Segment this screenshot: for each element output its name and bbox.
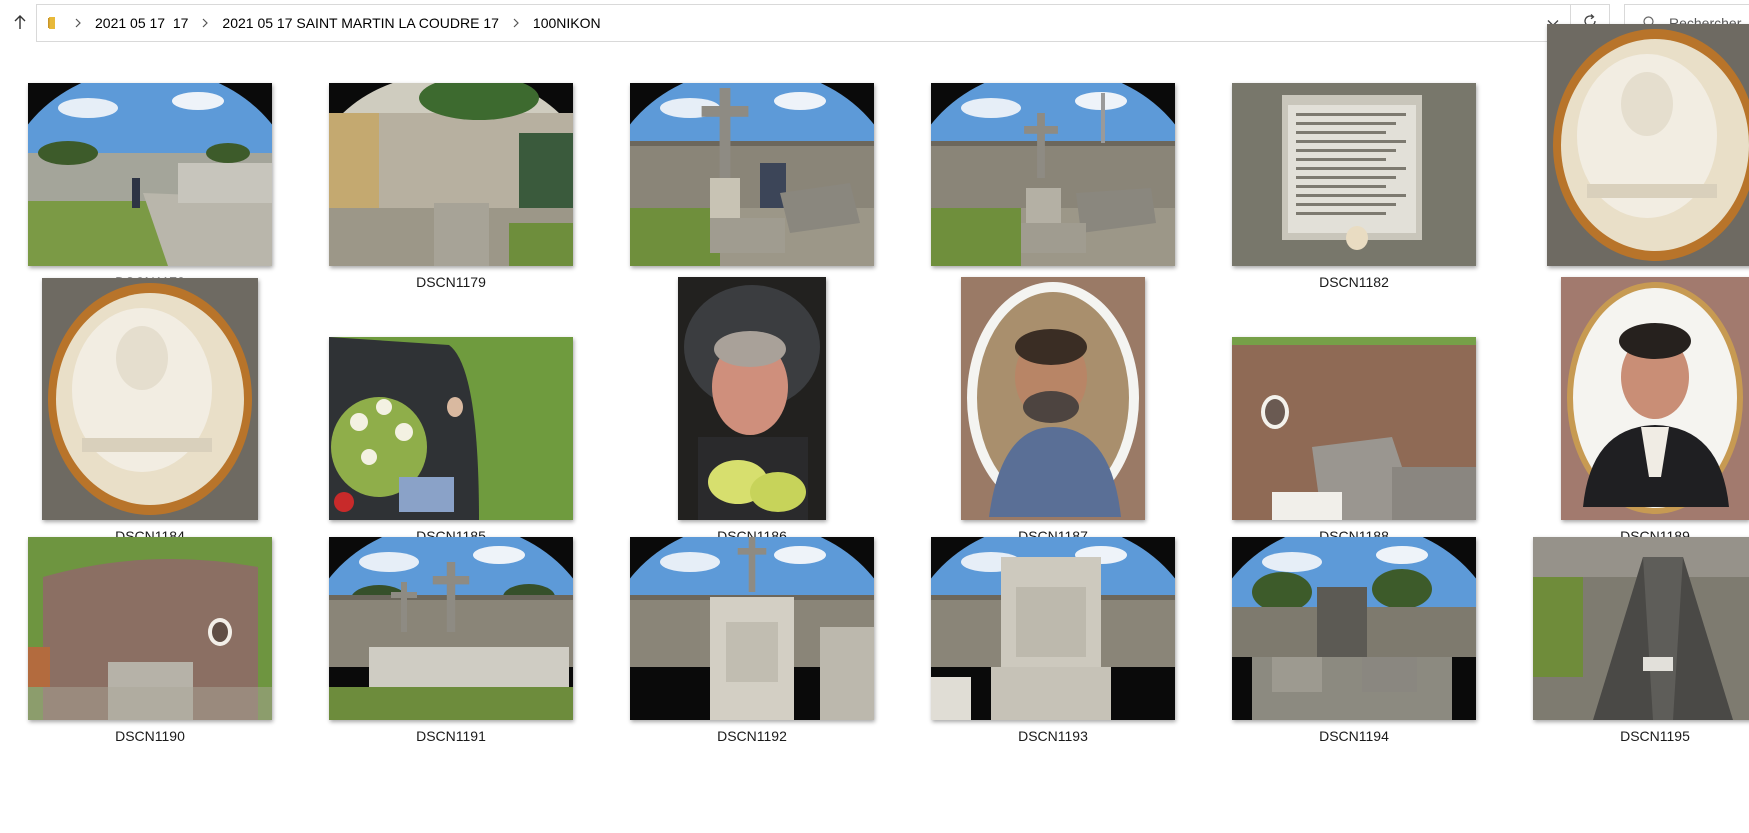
file-item[interactable]: DSCN1192 [602, 48, 902, 744]
file-name: DSCN1190 [115, 728, 185, 744]
chevron-right-icon[interactable] [194, 18, 216, 28]
chevron-right-icon[interactable] [505, 18, 527, 28]
file-item[interactable]: DSCN1195 [1505, 48, 1749, 744]
image-thumbnail[interactable] [329, 337, 573, 520]
image-thumbnail[interactable] [931, 537, 1175, 720]
file-grid: DSCN1178 DSCN1179 DSCN1180 [0, 24, 1749, 833]
file-name: DSCN1193 [1018, 728, 1088, 744]
address-bar[interactable]: 2021 05 17 17 2021 05 17 SAINT MARTIN LA… [36, 4, 1610, 42]
file-name: DSCN1192 [717, 728, 787, 744]
image-thumbnail[interactable] [329, 537, 573, 720]
image-thumbnail[interactable] [1533, 537, 1749, 720]
breadcrumb-item-folder[interactable]: 100NIKON [527, 15, 607, 31]
up-button[interactable] [8, 12, 32, 36]
image-thumbnail[interactable] [1232, 537, 1476, 720]
image-thumbnail[interactable] [630, 537, 874, 720]
file-item[interactable]: DSCN1194 [1204, 48, 1504, 744]
breadcrumb-item-date[interactable]: 2021 05 17 17 [89, 15, 194, 31]
image-thumbnail[interactable] [1232, 337, 1476, 520]
file-name: DSCN1191 [416, 728, 486, 744]
chevron-right-icon[interactable] [67, 18, 89, 28]
arrow-up-icon [12, 14, 28, 35]
file-name: DSCN1194 [1319, 728, 1389, 744]
file-item[interactable]: DSCN1191 [301, 48, 601, 744]
file-item[interactable]: DSCN1193 [903, 48, 1203, 744]
image-thumbnail[interactable] [28, 537, 272, 720]
file-item[interactable]: DSCN1190 [0, 48, 300, 744]
navigation-bar: 2021 05 17 17 2021 05 17 SAINT MARTIN LA… [0, 0, 1749, 48]
file-name: DSCN1195 [1620, 728, 1690, 744]
breadcrumb-item-location[interactable]: 2021 05 17 SAINT MARTIN LA COUDRE 17 [216, 15, 505, 31]
folder-icon [45, 14, 63, 32]
